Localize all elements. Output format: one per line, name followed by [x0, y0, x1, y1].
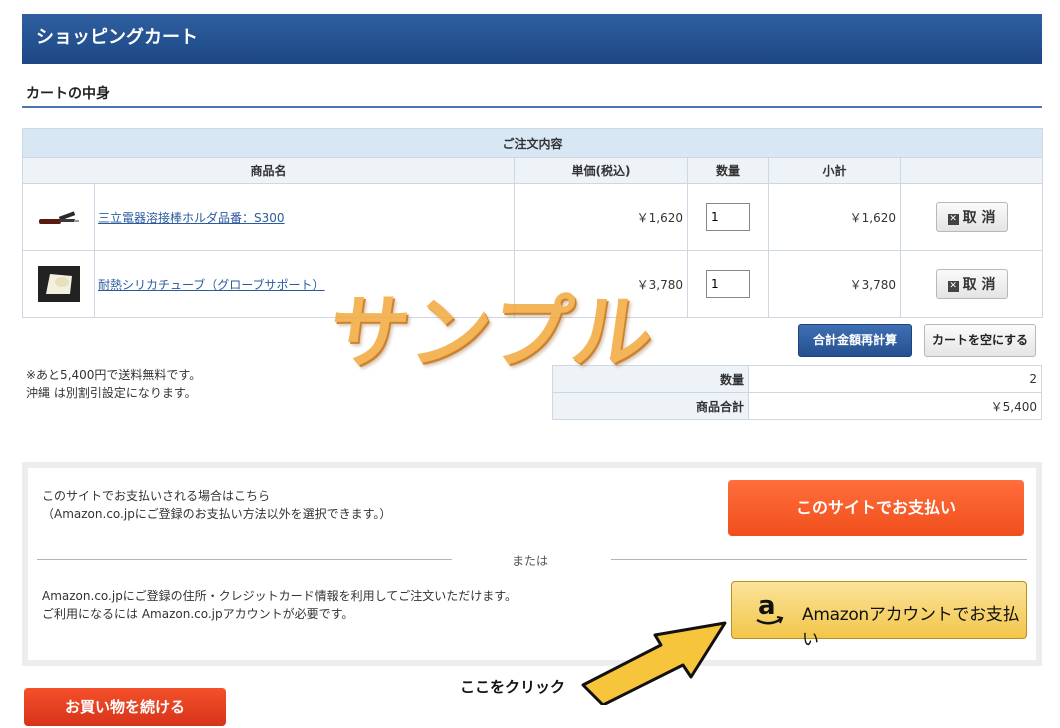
empty-cart-button[interactable]: カートを空にする [924, 324, 1036, 357]
subtotal: ￥3,780 [768, 250, 901, 318]
amazon-pay-label: Amazonアカウントでお支払い [802, 605, 1020, 650]
shipping-note-line: ※あと5,400円で送料無料です。 [26, 368, 202, 382]
cart-caption: ご注文内容 [21, 128, 1044, 158]
table-row: 三立電器溶接棒ホルダ品番：S300 ￥1,620 ￥1,620 ✕取 消 [22, 183, 1044, 251]
close-icon: ✕ [947, 281, 959, 292]
shipping-note-line: 沖縄 は別割引設定になります。 [26, 386, 197, 400]
divider [37, 559, 452, 560]
page-title: ショッピングカート [22, 14, 1042, 64]
click-here-label: ここをクリック [460, 678, 566, 696]
summary-total-value: ￥5,400 [748, 392, 1042, 420]
col-header-name: 商品名 [22, 157, 515, 184]
summary-qty-value: 2 [748, 365, 1042, 393]
product-thumbnail[interactable] [22, 250, 95, 318]
summary-table: 数量 2 商品合計 ￥5,400 [552, 365, 1042, 420]
col-header-subtotal: 小計 [768, 157, 901, 184]
cancel-label: 取 消 [962, 210, 996, 226]
unit-price: ￥1,620 [514, 183, 688, 251]
welding-holder-icon [36, 197, 82, 237]
silica-tube-icon [36, 264, 82, 304]
amazon-payment-description: Amazon.co.jpにご登録の住所・クレジットカード情報を利用してご注文いた… [42, 587, 517, 623]
site-payment-text: （Amazon.co.jpにご登録のお支払い方法以外を選択できます。） [42, 507, 392, 521]
table-row: 耐熱シリカチューブ（グローブサポート） ￥3,780 ￥3,780 ✕取 消 [22, 250, 1044, 318]
summary-total-label: 商品合計 [552, 392, 749, 420]
product-link[interactable]: 耐熱シリカチューブ（グローブサポート） [95, 278, 325, 292]
section-title: カートの中身 [22, 84, 1042, 108]
cancel-label: 取 消 [962, 277, 996, 293]
site-payment-description: このサイトでお支払いされる場合はこちら （Amazon.co.jpにご登録のお支… [42, 487, 391, 523]
amazon-logo-icon: a [754, 590, 784, 630]
unit-price: ￥3,780 [514, 250, 688, 318]
amazon-pay-button[interactable]: a Amazonアカウントでお支払い [731, 581, 1027, 650]
summary-qty-label: 数量 [552, 365, 749, 393]
amazon-payment-text: Amazon.co.jpにご登録の住所・クレジットカード情報を利用してご注文いた… [42, 589, 518, 603]
svg-text:a: a [758, 591, 776, 621]
pointer-arrow-icon [581, 621, 727, 705]
site-payment-button[interactable]: このサイトでお支払い [728, 480, 1024, 536]
subtotal: ￥1,620 [768, 183, 901, 251]
close-icon: ✕ [947, 214, 959, 225]
cancel-button[interactable]: ✕ 取 消 [935, 202, 1008, 232]
product-link[interactable]: 三立電器溶接棒ホルダ品番：S300 [95, 211, 285, 225]
col-header-action [899, 157, 1044, 184]
cart-table: ご注文内容 商品名 単価(税込) 数量 小計 三立電器溶接棒ホルダ品番：S300… [21, 128, 1044, 318]
cancel-button[interactable]: ✕ 取 消 [935, 269, 1008, 299]
or-separator: または [511, 554, 548, 568]
product-thumbnail[interactable] [22, 183, 95, 251]
quantity-input[interactable] [706, 203, 750, 231]
site-payment-text: このサイトでお支払いされる場合はこちら [42, 489, 271, 503]
col-header-price: 単価(税込) [514, 157, 688, 184]
amazon-payment-text: ご利用になるには Amazon.co.jpアカウントが必要です。 [42, 607, 354, 621]
divider [611, 559, 1027, 560]
continue-shopping-button[interactable]: お買い物を続ける [24, 688, 226, 726]
recalculate-button[interactable]: 合計金額再計算 [798, 324, 912, 357]
col-header-qty: 数量 [687, 157, 769, 184]
quantity-input[interactable] [706, 270, 750, 298]
shipping-note: ※あと5,400円で送料無料です。 沖縄 は別割引設定になります。 [26, 366, 201, 402]
